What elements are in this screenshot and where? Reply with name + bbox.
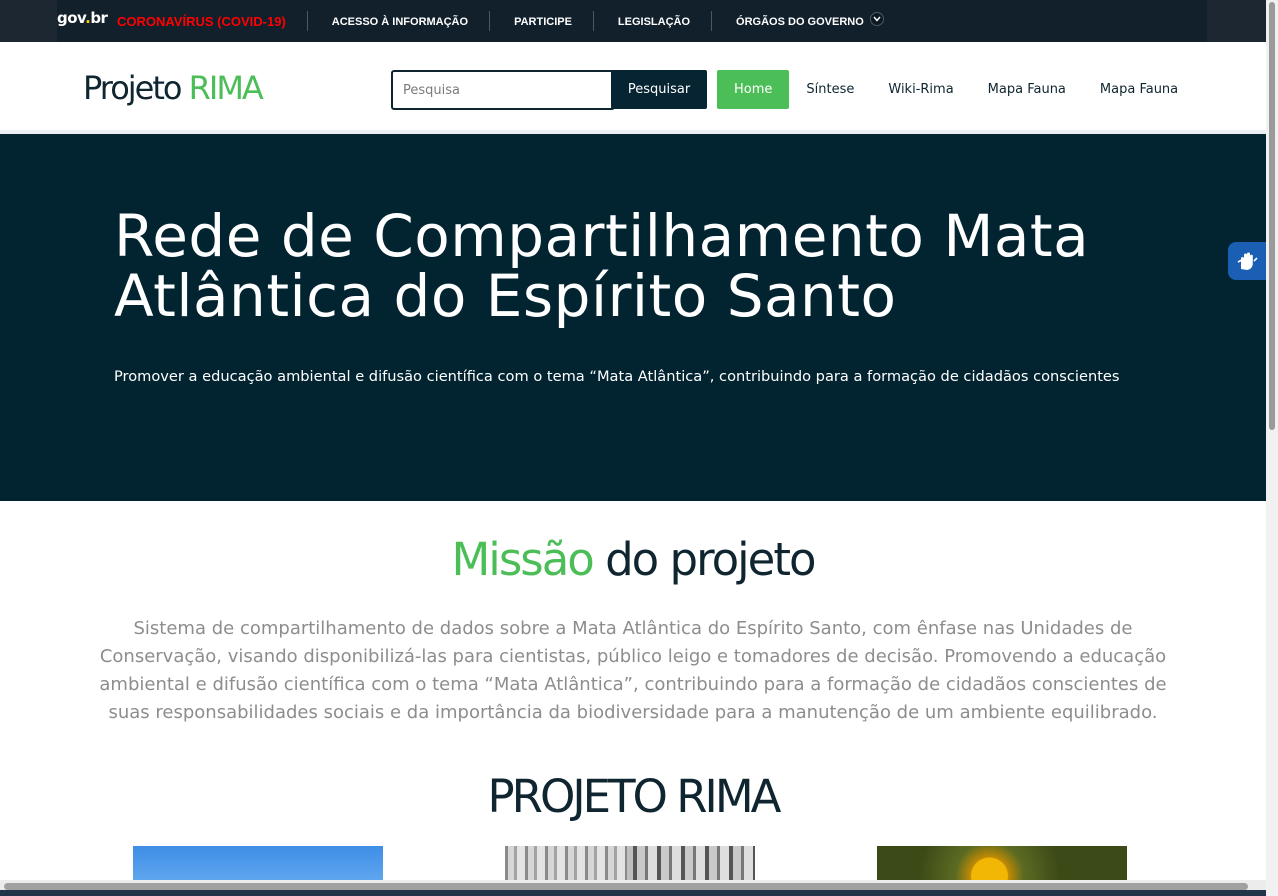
- nav-sintese[interactable]: Síntese: [789, 70, 871, 109]
- page-bottom-strip: [0, 890, 1266, 896]
- nav-mapa-fauna[interactable]: Mapa Fauna: [971, 70, 1083, 109]
- mission-title: Missão do projeto: [0, 533, 1266, 586]
- link-acesso-informacao[interactable]: ACESSO À INFORMAÇÃO: [308, 16, 489, 28]
- site-header: Projeto RIMA Pesquisar Home Síntese Wiki…: [0, 42, 1266, 134]
- link-participe[interactable]: PARTICIPE: [490, 16, 593, 28]
- govbr-top-bar: gov.br CORONAVÍRUS (COVID-19) ACESSO À I…: [0, 0, 1266, 42]
- chevron-down-icon[interactable]: [869, 12, 884, 26]
- vertical-scrollbar[interactable]: [1266, 0, 1278, 896]
- hero-banner: Rede de Compartilhamento Mata Atlântica …: [0, 134, 1266, 501]
- search-button[interactable]: Pesquisar: [611, 70, 707, 109]
- nav-home[interactable]: Home: [717, 70, 790, 109]
- vertical-scrollbar-thumb[interactable]: [1269, 2, 1275, 430]
- hero-subtitle: Promover a educação ambiental e difusão …: [114, 368, 1120, 385]
- govbr-logo-main: gov: [57, 9, 86, 27]
- mission-text: Sistema de compartilhamento de dados sob…: [99, 618, 1167, 723]
- mission-title-rest: do projeto: [592, 533, 816, 586]
- horizontal-scrollbar-thumb[interactable]: [4, 883, 1248, 890]
- link-orgaos-governo[interactable]: ÓRGÃOS DO GOVERNO: [712, 16, 870, 28]
- govbr-logo-tld: br: [90, 9, 108, 27]
- brand-main: Projeto: [83, 69, 189, 107]
- search-input[interactable]: [391, 70, 615, 110]
- link-legislacao[interactable]: LEGISLAÇÃO: [594, 16, 711, 28]
- govbr-bar-inner: gov.br CORONAVÍRUS (COVID-19) ACESSO À I…: [57, 0, 1207, 42]
- mission-title-accent: Missão: [451, 533, 594, 586]
- project-section-title: PROJETO RIMA: [487, 770, 782, 823]
- govbr-links: CORONAVÍRUS (COVID-19) ACESSO À INFORMAÇ…: [117, 0, 884, 42]
- hero-title: Rede de Compartilhamento Mata Atlântica …: [114, 202, 1090, 330]
- covid-link[interactable]: CORONAVÍRUS (COVID-19): [117, 14, 286, 29]
- site-logo[interactable]: Projeto RIMA: [83, 69, 264, 107]
- govbr-logo[interactable]: gov.br: [57, 9, 108, 27]
- nav-wiki-rima[interactable]: Wiki-Rima: [871, 70, 970, 109]
- sign-language-hands-icon[interactable]: [1228, 242, 1266, 280]
- brand-accent: RIMA: [188, 69, 264, 107]
- main-nav: Home Síntese Wiki-Rima Mapa Fauna Mapa F…: [717, 70, 1195, 109]
- nav-mapa-fauna-2[interactable]: Mapa Fauna: [1083, 70, 1195, 109]
